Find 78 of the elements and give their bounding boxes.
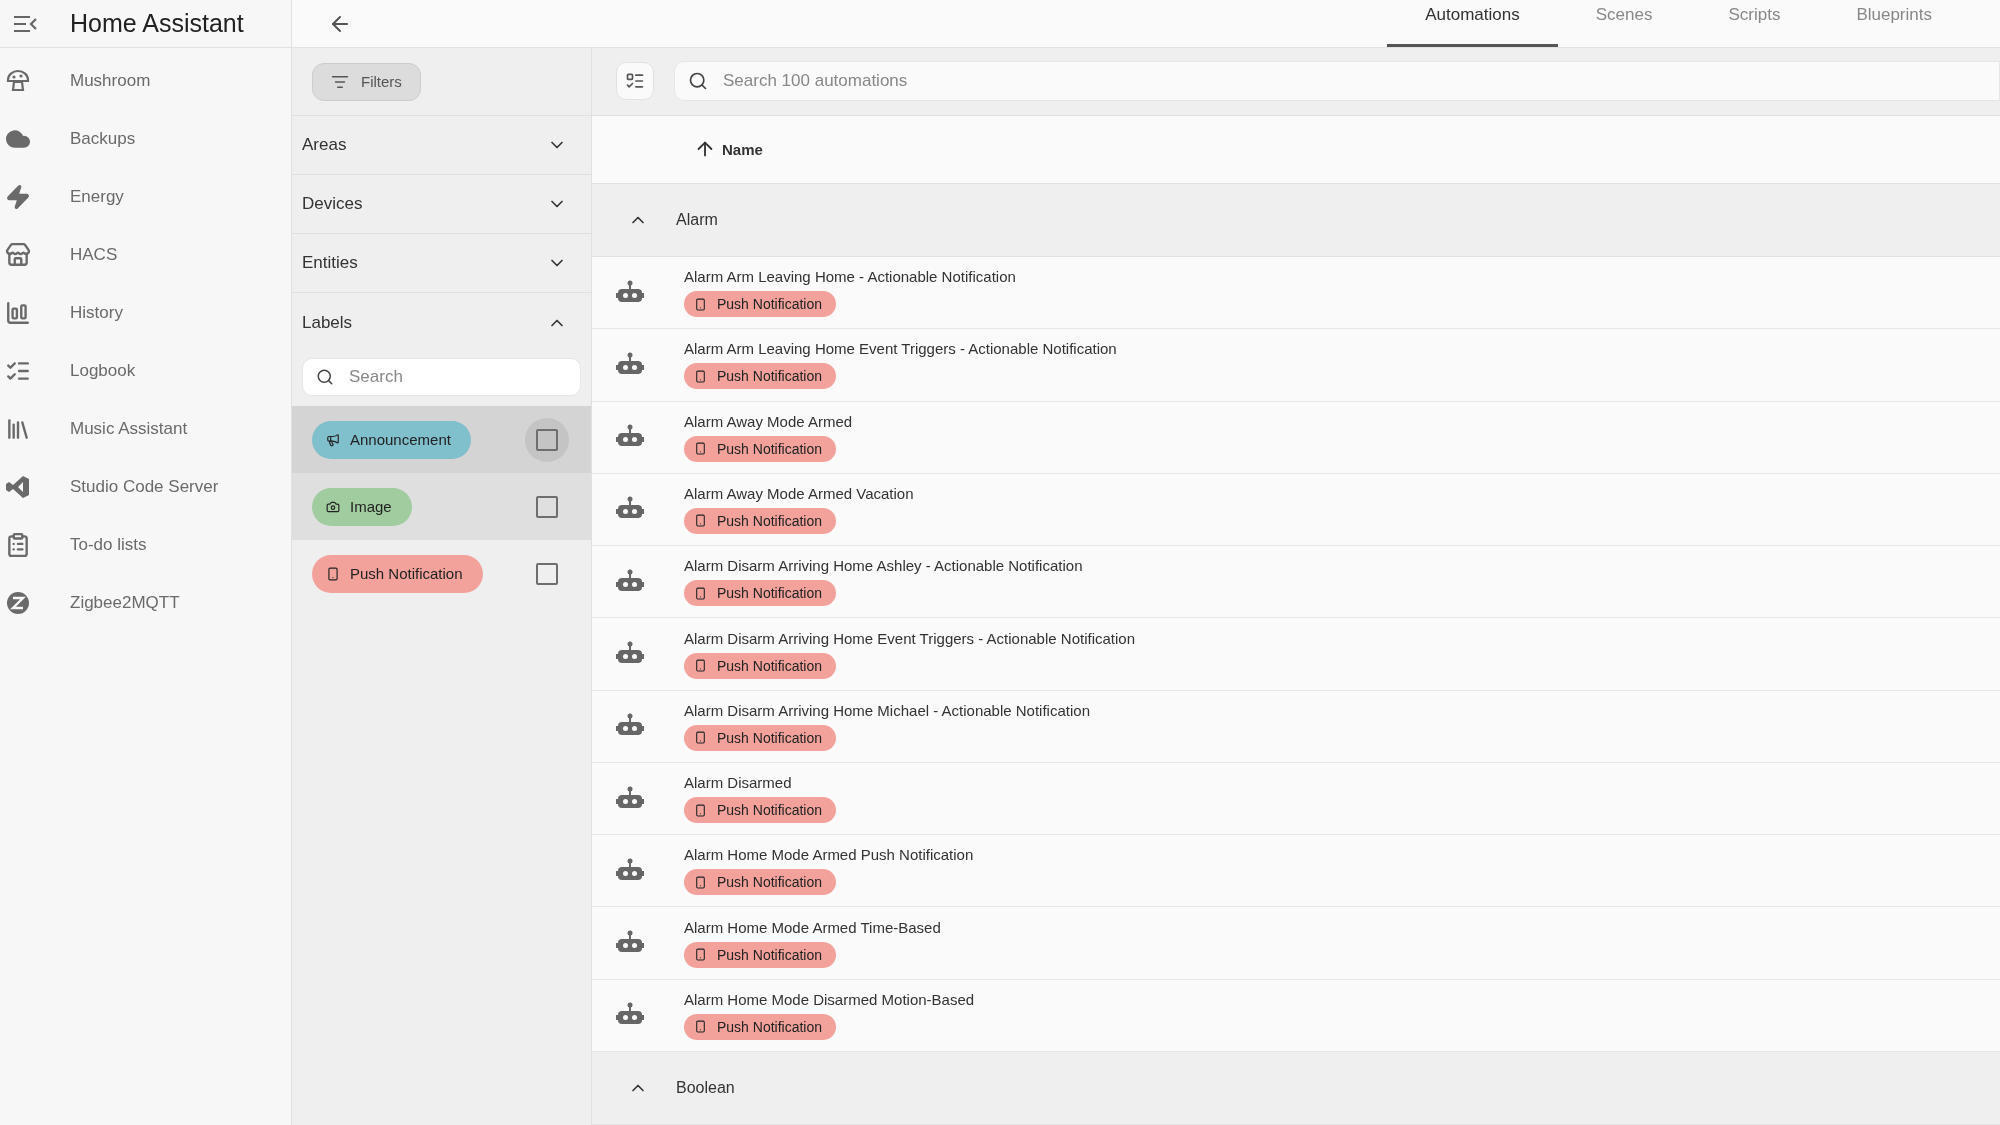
label-chip: Push Notification [684,363,837,390]
search-icon [316,368,334,386]
sidebar-item[interactable]: Studio Code Server [0,458,291,516]
bar-chart-icon [5,300,31,326]
automation-name: Alarm Away Mode Armed [684,412,853,430]
filter-section-header[interactable]: Devices [292,175,591,234]
phone-icon [694,875,707,889]
code-editor-icon [5,474,31,500]
phone-icon [694,514,707,528]
filters-button[interactable]: Filters [312,62,421,101]
label-chip: Push Notification [684,941,837,968]
label-chip: Push Notification [684,507,837,534]
automation-name: Alarm Home Mode Disarmed Motion-Based [684,990,975,1008]
automation-name: Alarm Disarmed [684,774,793,792]
label-chip: Push Notification [684,797,837,824]
filter-section-header[interactable]: Labels [292,293,591,352]
automation-name: Alarm Arm Leaving Home Event Triggers - Actionable Notification [684,340,1117,358]
automation-name: Alarm Home Mode Armed Push Notification [684,846,974,864]
app-title: Home Assistant [70,9,244,38]
label-chip: Push Notification [684,724,837,751]
phone-icon [694,731,707,745]
automation-name: Alarm Disarm Arriving Home Event Triggers - Actionable Notification [684,629,1135,647]
clipboard-icon [5,532,31,558]
label-chip: Push Notification [312,554,483,593]
sidebar-item[interactable]: Mushroom [0,52,291,110]
group-title: Alarm [676,210,718,229]
search-field[interactable]: Search [302,358,581,396]
label-filter-row[interactable]: Push Notification [292,540,591,607]
sidebar-item[interactable]: To-do lists [0,516,291,574]
label-filter-row[interactable]: Announcement [292,406,591,473]
filter-section-header[interactable]: Areas [292,116,591,175]
automation-name: Alarm Home Mode Armed Time-Based [684,918,941,936]
group-by-button[interactable] [616,62,654,101]
label-chip: Image [312,487,412,526]
phone-icon [694,442,707,456]
mushroom-icon [5,68,31,94]
phone-icon [694,803,707,817]
lightning-icon [5,184,31,210]
checkbox[interactable] [536,428,558,451]
label-chip: Push Notification [684,1013,837,1040]
phone-icon [694,948,707,962]
label-chip: Push Notification [684,652,837,679]
store-icon [5,242,31,268]
checkbox[interactable] [536,495,558,518]
zigbee-icon [5,590,31,616]
automation-name: Alarm Disarm Arriving Home Ashley - Actionable Notification [684,557,1083,575]
label-chip: Push Notification [684,580,837,607]
label-chip: Announcement [312,420,471,459]
phone-icon [694,369,707,383]
phone-icon [326,566,340,581]
automation-name: Alarm Arm Leaving Home - Actionable Notification [684,268,1016,286]
label-chip: Push Notification [684,291,837,318]
sidebar-item[interactable]: Zigbee2MQTT [0,574,291,632]
phone-icon [694,586,707,600]
search-icon [688,71,708,92]
label-chip: Push Notification [684,435,837,462]
checkbox[interactable] [536,562,558,585]
filter-section-header[interactable]: Entities [292,234,591,293]
sidebar-item[interactable]: HACS [0,226,291,284]
sidebar-item[interactable]: Music Assistant [0,400,291,458]
sidebar-item[interactable]: Logbook [0,342,291,400]
automation-name: Alarm Away Mode Armed Vacation [684,484,914,502]
library-icon [5,416,31,442]
phone-icon [694,297,707,311]
group-title: Boolean [676,1079,735,1098]
phone-icon [694,1020,707,1034]
tab[interactable]: Scenes [1557,0,1691,47]
automation-name: Alarm Disarm Arriving Home Michael - Actionable Notification [684,701,1090,719]
megaphone-icon [326,432,340,447]
camera-icon [326,499,340,514]
search-field[interactable]: Search 100 automations [674,61,2000,102]
label-filter-row[interactable]: Image [292,473,591,540]
column-header[interactable]: Name [688,137,769,162]
sidebar-item[interactable]: Backups [0,110,291,168]
phone-icon [694,659,707,672]
sidebar-item[interactable]: History [0,284,291,342]
label-chip: Push Notification [684,869,837,896]
sidebar-item[interactable]: Energy [0,168,291,226]
